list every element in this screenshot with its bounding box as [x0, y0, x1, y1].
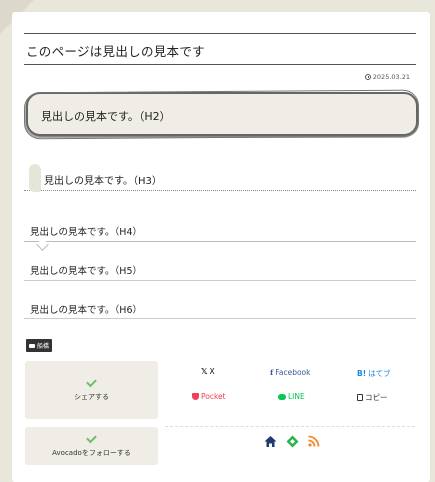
category-label: 船橋: [37, 343, 50, 350]
rss-icon[interactable]: [307, 435, 320, 448]
heading-h3-text: 見出しの見本です。（H3）: [44, 176, 162, 187]
page-title-block: このページは見出しの見本です: [24, 33, 416, 65]
folder-icon: [29, 343, 35, 348]
hatena-icon: B!: [357, 369, 367, 378]
follow-box: Avocadoをフォローする: [25, 427, 158, 465]
share-hatena-button[interactable]: B! はてブ: [357, 368, 391, 379]
share-pocket-button[interactable]: Pocket: [192, 392, 226, 401]
share-x-label: X: [209, 367, 215, 376]
post-date: 2025.03.21: [364, 73, 410, 81]
heading-h2-text: 見出しの見本です。（H2）: [41, 110, 171, 123]
category-badge[interactable]: 船橋: [26, 339, 53, 352]
follow-label: Avocadoをフォローする: [52, 449, 131, 457]
h3-marker: [29, 164, 41, 192]
share-follow-divider: [165, 426, 415, 427]
heading-h3: 見出しの見本です。（H3）: [24, 163, 416, 192]
share-box: シェアする: [25, 361, 158, 419]
share-label: シェアする: [74, 393, 109, 401]
post-date-text: 2025.03.21: [372, 73, 410, 81]
share-hatena-label: はてブ: [368, 369, 391, 378]
share-copy-label: コピー: [365, 393, 388, 402]
pocket-icon: [192, 393, 199, 400]
heading-h6: 見出しの見本です。（H6）: [24, 295, 416, 319]
share-line-label: LINE: [288, 392, 305, 401]
line-icon: [278, 393, 286, 400]
check-icon: [86, 376, 97, 388]
share-facebook-button[interactable]: f Facebook: [270, 368, 310, 377]
share-line-button[interactable]: LINE: [278, 392, 305, 401]
share-x-button[interactable]: 𝕏 X: [201, 367, 215, 376]
share-facebook-label: Facebook: [275, 368, 311, 377]
heading-h4: 見出しの見本です。（H4）: [24, 217, 416, 251]
heading-h5: 見出しの見本です。（H5）: [24, 256, 416, 281]
check-icon: [86, 432, 97, 444]
share-pocket-label: Pocket: [201, 392, 226, 401]
heading-h6-text: 見出しの見本です。（H6）: [30, 305, 142, 316]
x-icon: 𝕏: [201, 367, 208, 376]
facebook-icon: f: [270, 368, 274, 377]
home-icon[interactable]: [264, 435, 277, 448]
heading-h2: 見出しの見本です。（H2）: [23, 89, 420, 140]
page-title: このページは見出しの見本です: [26, 44, 205, 59]
heading-h5-text: 見出しの見本です。（H5）: [30, 266, 142, 277]
h4-notch: [36, 238, 49, 251]
copy-icon: [357, 394, 363, 401]
clock-icon: [364, 74, 371, 80]
heading-h4-text: 見出しの見本です。（H4）: [30, 227, 142, 238]
feedly-icon[interactable]: [286, 435, 299, 448]
share-copy-button[interactable]: コピー: [357, 392, 388, 403]
